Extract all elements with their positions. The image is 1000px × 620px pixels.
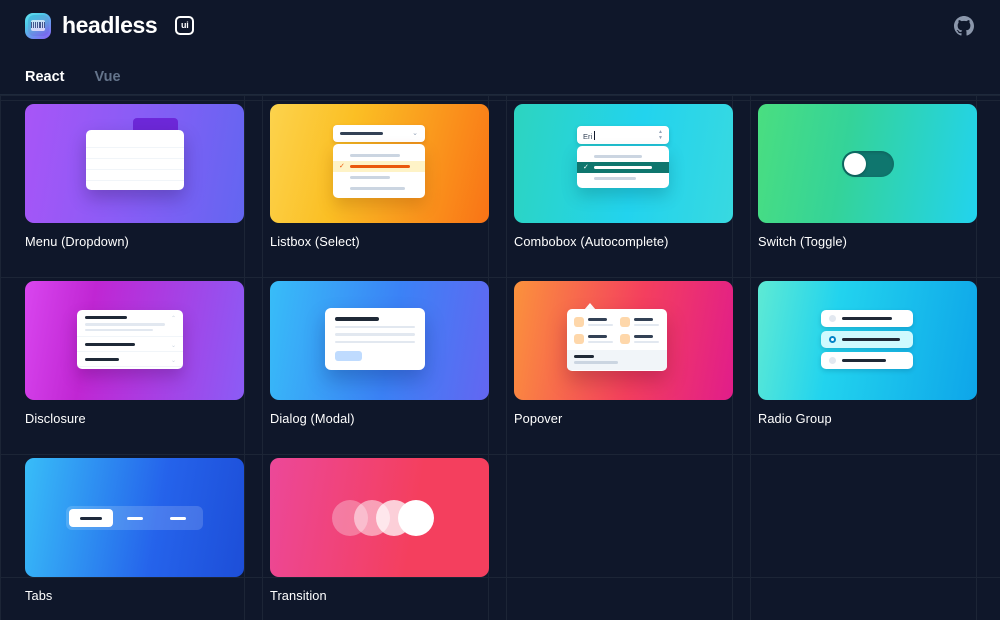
component-label: Radio Group: [758, 411, 832, 426]
disclosure-section: ⌄: [77, 352, 183, 367]
component-preview-menu[interactable]: [25, 104, 244, 223]
component-label: Disclosure: [25, 411, 86, 426]
component-label: Transition: [270, 588, 327, 603]
radio-option-selected: [821, 331, 913, 348]
tab-item: [156, 509, 200, 527]
component-preview-switch[interactable]: [758, 104, 977, 223]
app-header: headless ui: [0, 0, 1000, 51]
component-cell-combobox: Eri ▲ ▼ ✓ Combobox (Autocomplete): [488, 95, 733, 272]
tab-item: [113, 509, 157, 527]
component-preview-listbox[interactable]: ⌄ ✓: [270, 104, 489, 223]
brand[interactable]: headless ui: [25, 12, 195, 39]
component-preview-tabs[interactable]: [25, 458, 244, 577]
popover-item-icon: [574, 317, 584, 327]
switch-track: [842, 151, 894, 177]
brand-ui-badge: ui: [175, 16, 195, 35]
popover-footer: [567, 350, 667, 370]
dialog-action-button: [335, 351, 362, 361]
component-preview-dialog[interactable]: [270, 281, 489, 400]
component-preview-transition[interactable]: [270, 458, 489, 577]
component-cell-radiogroup: Radio Group: [732, 272, 977, 449]
radio-option: [821, 310, 913, 327]
radio-group-list: [821, 310, 913, 369]
check-icon: ✓: [583, 164, 589, 171]
chevron-updown-icon: ⌄: [412, 130, 418, 137]
tabs-group: [66, 506, 203, 530]
chevron-down-icon: ⌄: [170, 358, 176, 364]
dialog-title-placeholder: [335, 317, 379, 321]
component-cell-dialog: Dialog (Modal): [244, 272, 489, 449]
transition-dot: [398, 500, 434, 536]
component-preview-popover[interactable]: [514, 281, 733, 400]
combobox-input-value: Eri: [583, 132, 593, 141]
component-label: Popover: [514, 411, 563, 426]
switch-knob: [844, 153, 866, 175]
popover-item-icon: [619, 334, 630, 344]
tab-vue[interactable]: Vue: [95, 69, 121, 95]
dialog-panel: [325, 308, 425, 370]
popover-item-icon: [574, 334, 584, 344]
disclosure-section: ⌄: [77, 337, 183, 352]
component-cell-menu: Menu (Dropdown): [0, 95, 244, 272]
component-preview-disclosure[interactable]: ⌃ ⌄ ⌄: [25, 281, 244, 400]
component-cell-listbox: ⌄ ✓ Listbox (Select): [244, 95, 489, 272]
component-label: Combobox (Autocomplete): [514, 234, 669, 249]
component-cell-transition: Transition: [244, 449, 489, 620]
component-cell-disclosure: ⌃ ⌄ ⌄ Disclosure: [0, 272, 244, 449]
combobox-input: Eri ▲ ▼: [577, 126, 669, 144]
radio-icon-selected: [829, 336, 836, 343]
radio-icon: [829, 357, 836, 364]
component-preview-combobox[interactable]: Eri ▲ ▼ ✓: [514, 104, 733, 223]
menu-items-panel: [86, 130, 184, 190]
tab-react[interactable]: React: [25, 69, 65, 96]
popover-item-icon: [619, 317, 630, 327]
component-grid: Menu (Dropdown) ⌄ ✓ Listbox (Select) Eri…: [0, 95, 1000, 620]
brand-name: headless: [62, 12, 158, 38]
component-label: Menu (Dropdown): [25, 234, 129, 249]
component-label: Switch (Toggle): [758, 234, 847, 249]
disclosure-section-open: ⌃: [77, 310, 183, 337]
listbox-trigger: ⌄: [333, 125, 425, 142]
popover-panel: [567, 309, 667, 371]
radio-icon: [829, 315, 836, 322]
component-label: Listbox (Select): [270, 234, 360, 249]
chevron-updown-icon: ▲ ▼: [658, 128, 663, 141]
component-cell-popover: Popover: [488, 272, 733, 449]
component-preview-radiogroup[interactable]: [758, 281, 977, 400]
combobox-options-panel: ✓: [577, 146, 669, 188]
check-icon: ✓: [339, 163, 345, 170]
disclosure-panel: ⌃ ⌄ ⌄: [77, 310, 183, 369]
component-cell-switch: Switch (Toggle): [732, 95, 977, 272]
headlessui-logo-icon: [25, 12, 51, 39]
framework-tabbar: React Vue: [0, 51, 1000, 96]
github-icon[interactable]: [954, 16, 974, 36]
component-label: Tabs: [25, 588, 53, 603]
chevron-up-icon: ⌃: [170, 316, 176, 322]
text-cursor: [594, 131, 596, 140]
chevron-down-icon: ⌄: [170, 343, 176, 349]
tab-item-active: [69, 509, 113, 527]
radio-option: [821, 352, 913, 369]
component-cell-tabs: Tabs: [0, 449, 244, 620]
listbox-options-panel: ✓: [333, 144, 425, 198]
component-label: Dialog (Modal): [270, 411, 355, 426]
